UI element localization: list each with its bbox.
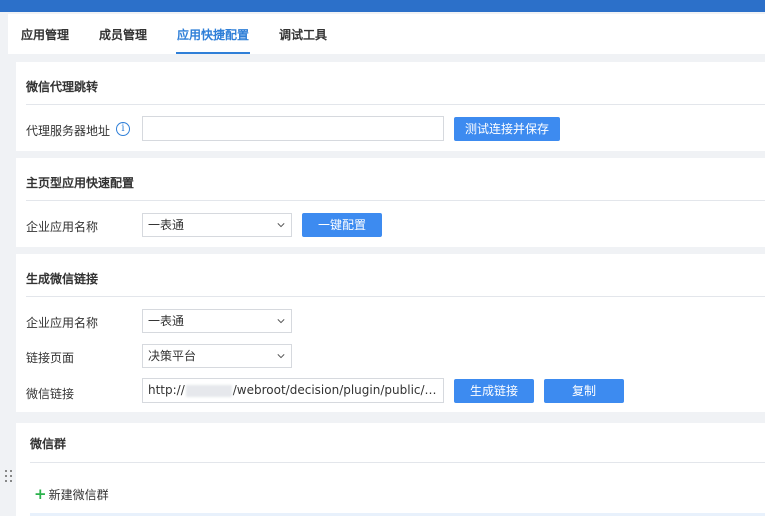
wechat-link-suffix: /webroot/decision/plugin/public/c... bbox=[232, 383, 443, 397]
app-name-label: 企业应用名称 bbox=[26, 220, 99, 234]
app-name-select-value: 一表通 bbox=[148, 218, 185, 232]
redacted-host bbox=[185, 384, 232, 397]
drag-handle-icon[interactable] bbox=[4, 468, 14, 484]
app-name-select[interactable]: 一表通 bbox=[142, 213, 292, 237]
wechat-group-card: 微信群 + 新建微信群 bbox=[16, 423, 765, 516]
new-wechat-group-button[interactable]: + 新建微信群 bbox=[34, 485, 109, 503]
copy-button[interactable]: 复制 bbox=[544, 379, 624, 403]
app-name-select-value: 一表通 bbox=[148, 314, 185, 328]
link-page-select[interactable]: 决策平台 bbox=[142, 344, 292, 368]
proxy-server-input[interactable] bbox=[142, 116, 444, 141]
plus-icon: + bbox=[34, 485, 47, 503]
wechat-link-prefix: http:// bbox=[148, 383, 185, 397]
new-wechat-group-label: 新建微信群 bbox=[48, 488, 109, 502]
chevron-down-icon bbox=[277, 223, 285, 228]
active-tab-indicator bbox=[176, 52, 250, 54]
tab-app-management[interactable]: 应用管理 bbox=[21, 26, 69, 43]
divider bbox=[26, 200, 765, 201]
wechat-group-card-title: 微信群 bbox=[30, 437, 67, 451]
chevron-down-icon bbox=[277, 319, 285, 324]
tab-member-management[interactable]: 成员管理 bbox=[99, 26, 147, 43]
top-header-bar bbox=[0, 0, 765, 12]
test-connection-save-button[interactable]: 测试连接并保存 bbox=[454, 117, 560, 141]
generate-link-card-title: 生成微信链接 bbox=[26, 272, 99, 286]
divider bbox=[30, 462, 765, 463]
tab-debug-tools[interactable]: 调试工具 bbox=[279, 26, 327, 43]
generate-link-card: 生成微信链接 企业应用名称 一表通 链接页面 决策平台 微信链接 http://… bbox=[16, 254, 765, 412]
one-click-config-button[interactable]: 一键配置 bbox=[302, 213, 382, 237]
homepage-config-card: 主页型应用快速配置 企业应用名称 一表通 一键配置 bbox=[16, 158, 765, 247]
divider bbox=[26, 104, 765, 105]
link-page-label: 链接页面 bbox=[26, 351, 75, 365]
proxy-server-label: 代理服务器地址 bbox=[26, 124, 111, 138]
tab-app-quick-config[interactable]: 应用快捷配置 bbox=[177, 26, 249, 43]
divider bbox=[26, 296, 765, 297]
wechat-link-label: 微信链接 bbox=[26, 387, 75, 401]
generate-link-button[interactable]: 生成链接 bbox=[454, 379, 534, 403]
info-icon[interactable]: i bbox=[116, 122, 130, 136]
proxy-card: 微信代理跳转 代理服务器地址 i 测试连接并保存 bbox=[16, 62, 765, 151]
proxy-card-title: 微信代理跳转 bbox=[26, 80, 99, 94]
app-name-label: 企业应用名称 bbox=[26, 316, 99, 330]
app-name-select[interactable]: 一表通 bbox=[142, 309, 292, 333]
tab-bar: 应用管理 成员管理 应用快捷配置 调试工具 bbox=[8, 14, 765, 54]
homepage-card-title: 主页型应用快速配置 bbox=[26, 176, 135, 190]
chevron-down-icon bbox=[277, 354, 285, 359]
wechat-link-input[interactable]: http:// /webroot/decision/plugin/public/c… bbox=[142, 378, 444, 403]
link-page-select-value: 决策平台 bbox=[148, 349, 197, 363]
